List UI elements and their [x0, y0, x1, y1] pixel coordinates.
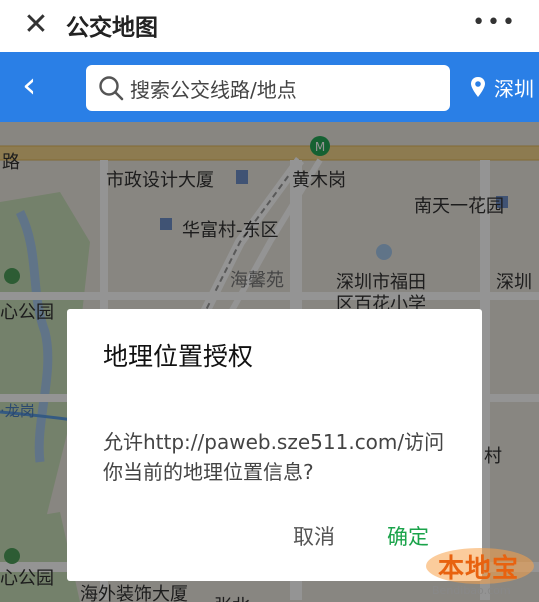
- watermark-url: Bendibao.com: [432, 584, 511, 597]
- dialog-title: 地理位置授权: [103, 342, 254, 371]
- search-icon: [99, 76, 124, 101]
- location-pin-icon: [471, 77, 485, 97]
- cancel-button[interactable]: 取消: [293, 521, 335, 551]
- search-input[interactable]: 搜索公交线路/地点: [86, 65, 450, 111]
- watermark-text: 本地宝: [438, 554, 520, 584]
- search-placeholder: 搜索公交线路/地点: [130, 78, 297, 102]
- top-bar: ✕ 公交地图 •••: [0, 0, 539, 52]
- close-icon[interactable]: ✕: [20, 9, 52, 41]
- back-button[interactable]: ‹: [22, 66, 36, 106]
- search-bar: ‹ 搜索公交线路/地点 深圳: [0, 52, 539, 122]
- more-menu-button[interactable]: •••: [472, 10, 517, 35]
- page-title: 公交地图: [66, 15, 158, 41]
- city-selector[interactable]: 深圳: [494, 73, 534, 102]
- dialog-message: 允许http://paweb.sze511.com/访问你当前的地理位置信息?: [103, 430, 445, 484]
- location-permission-dialog: 地理位置授权 允许http://paweb.sze511.com/访问你当前的地…: [67, 309, 482, 581]
